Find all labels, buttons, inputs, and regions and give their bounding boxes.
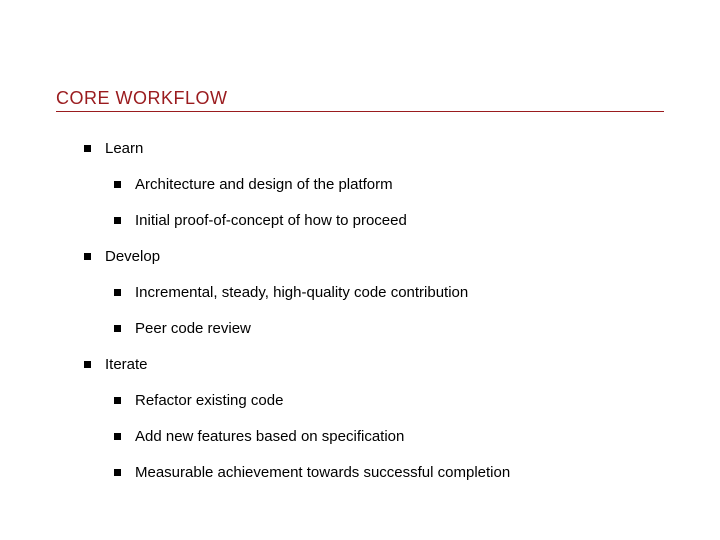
item-text: Refactor existing code xyxy=(135,392,283,410)
item-text: Architecture and design of the platform xyxy=(135,176,393,194)
item-text: Measurable achievement towards successfu… xyxy=(135,464,510,482)
list-item: Refactor existing code xyxy=(114,392,664,410)
list-item: Add new features based on specification xyxy=(114,428,664,446)
section-heading: Learn xyxy=(84,140,664,158)
square-bullet-icon xyxy=(114,217,121,224)
square-bullet-icon xyxy=(84,145,91,152)
square-bullet-icon xyxy=(114,181,121,188)
square-bullet-icon xyxy=(84,253,91,260)
list-item: Learn Architecture and design of the pla… xyxy=(84,140,664,230)
outline-list: Learn Architecture and design of the pla… xyxy=(56,140,664,482)
section-label: Learn xyxy=(105,140,143,158)
section-label: Iterate xyxy=(105,356,148,374)
item-text: Peer code review xyxy=(135,320,251,338)
square-bullet-icon xyxy=(114,325,121,332)
item-text: Incremental, steady, high-quality code c… xyxy=(135,284,468,302)
section-label: Develop xyxy=(105,248,160,266)
square-bullet-icon xyxy=(114,397,121,404)
sublist: Architecture and design of the platform … xyxy=(84,176,664,230)
list-item: Develop Incremental, steady, high-qualit… xyxy=(84,248,664,338)
item-text: Initial proof-of-concept of how to proce… xyxy=(135,212,407,230)
list-item: Measurable achievement towards successfu… xyxy=(114,464,664,482)
list-item: Architecture and design of the platform xyxy=(114,176,664,194)
sublist: Refactor existing code Add new features … xyxy=(84,392,664,482)
item-text: Add new features based on specification xyxy=(135,428,404,446)
list-item: Incremental, steady, high-quality code c… xyxy=(114,284,664,302)
section-heading: Develop xyxy=(84,248,664,266)
list-item: Peer code review xyxy=(114,320,664,338)
list-item: Iterate Refactor existing code Add new f… xyxy=(84,356,664,482)
list-item: Initial proof-of-concept of how to proce… xyxy=(114,212,664,230)
square-bullet-icon xyxy=(114,433,121,440)
sublist: Incremental, steady, high-quality code c… xyxy=(84,284,664,338)
square-bullet-icon xyxy=(114,289,121,296)
square-bullet-icon xyxy=(84,361,91,368)
section-heading: Iterate xyxy=(84,356,664,374)
square-bullet-icon xyxy=(114,469,121,476)
page-title: CORE WORKFLOW xyxy=(56,88,664,112)
